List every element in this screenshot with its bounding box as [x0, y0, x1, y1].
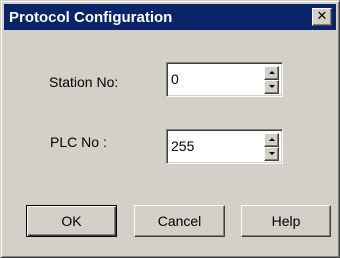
cancel-button[interactable]: Cancel — [134, 205, 225, 237]
plc-no-spinbox — [166, 129, 283, 164]
plc-no-label: PLC No : — [50, 134, 107, 150]
spin-up-arrow-icon — [269, 71, 275, 74]
window-title: Protocol Configuration — [9, 9, 173, 26]
protocol-configuration-dialog: Protocol Configuration ✕ Station No: PLC… — [0, 0, 340, 258]
station-no-spinbox — [166, 62, 283, 97]
close-icon: ✕ — [316, 9, 328, 24]
station-no-decrement-button[interactable] — [264, 80, 279, 94]
plc-no-input[interactable] — [171, 136, 256, 156]
spin-down-arrow-icon — [269, 85, 275, 88]
close-button[interactable]: ✕ — [312, 8, 332, 26]
title-bar[interactable]: Protocol Configuration ✕ — [4, 4, 336, 30]
ok-button[interactable]: OK — [26, 205, 117, 237]
help-button[interactable]: Help — [241, 205, 331, 237]
spin-down-arrow-icon — [269, 152, 275, 155]
plc-no-increment-button[interactable] — [264, 133, 279, 147]
spin-up-arrow-icon — [269, 138, 275, 141]
station-no-label: Station No: — [49, 74, 119, 90]
station-no-input[interactable] — [171, 69, 256, 89]
station-no-increment-button[interactable] — [264, 66, 279, 80]
plc-no-decrement-button[interactable] — [264, 147, 279, 161]
